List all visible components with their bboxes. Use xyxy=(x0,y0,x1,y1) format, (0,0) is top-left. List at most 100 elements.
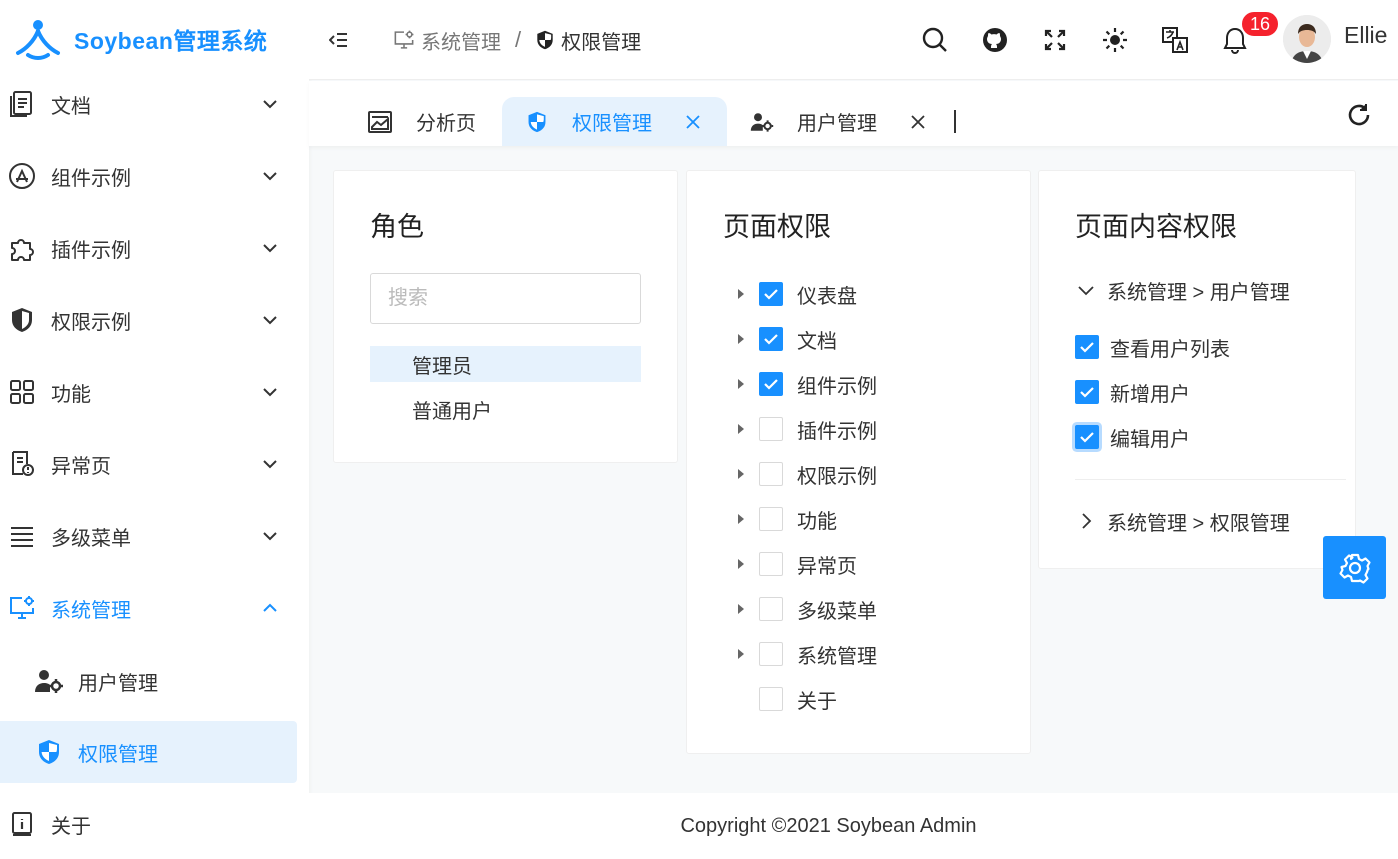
sidebar-item-permission-management[interactable]: 权限管理 xyxy=(0,721,297,783)
monitor-gear-icon xyxy=(394,30,414,49)
sidebar-item-label: 异常页 xyxy=(51,455,111,478)
sidebar-item-docs[interactable]: 文档 xyxy=(0,74,309,134)
breadcrumb-item[interactable]: 权限管理 xyxy=(535,26,641,55)
shield-half-icon xyxy=(537,30,553,50)
sidebar-item-plugins[interactable]: 插件示例 xyxy=(0,218,309,278)
sidebar-item-label: 关于 xyxy=(51,815,91,838)
caret-right-icon[interactable] xyxy=(735,648,747,660)
caret-right-icon[interactable] xyxy=(735,513,747,525)
tree-node: 多级菜单 xyxy=(687,589,1027,629)
caret-right-icon[interactable] xyxy=(735,288,747,300)
tab-permission-management[interactable]: 权限管理 xyxy=(502,97,727,146)
language-button[interactable] xyxy=(1155,20,1195,60)
sun-icon xyxy=(1103,28,1127,52)
checkbox[interactable] xyxy=(759,597,783,621)
caret-right-icon[interactable] xyxy=(735,423,747,435)
checkbox[interactable] xyxy=(1075,380,1099,404)
checkbox[interactable] xyxy=(1075,335,1099,359)
avatar[interactable] xyxy=(1283,15,1331,63)
fullscreen-button[interactable] xyxy=(1035,20,1075,60)
checkbox[interactable] xyxy=(759,327,783,351)
sidebar-item-label: 组件示例 xyxy=(51,167,131,190)
user-gear-icon xyxy=(34,666,64,696)
permission-item: 新增用户 xyxy=(1075,374,1190,410)
role-item-admin[interactable]: 管理员 xyxy=(370,346,641,382)
caret-right-icon[interactable] xyxy=(735,333,747,345)
sidebar-item-components[interactable]: 组件示例 xyxy=(0,146,309,206)
checkbox[interactable] xyxy=(759,507,783,531)
close-icon[interactable] xyxy=(683,112,703,132)
username[interactable]: Ellie xyxy=(1344,22,1387,49)
fullscreen-icon xyxy=(1044,29,1066,51)
group-label: 系统管理 > 权限管理 xyxy=(1107,512,1290,535)
tree-node: 权限示例 xyxy=(687,454,1027,494)
checkbox[interactable] xyxy=(759,282,783,306)
sidebar-item-label: 插件示例 xyxy=(51,239,131,262)
sidebar-item-multilevel[interactable]: 多级菜单 xyxy=(0,506,309,566)
app-logo[interactable]: Soybean管理系统 xyxy=(14,14,267,64)
info-icon xyxy=(8,810,36,838)
sidebar-item-exception[interactable]: 异常页 xyxy=(0,434,309,494)
sidebar-item-user-management[interactable]: 用户管理 xyxy=(0,650,297,712)
chevron-down-icon xyxy=(263,244,277,253)
checkbox[interactable] xyxy=(759,687,783,711)
notification-badge: 16 xyxy=(1240,10,1281,38)
sidebar-item-system[interactable]: 系统管理 xyxy=(0,578,309,638)
check-icon xyxy=(1080,387,1094,398)
permission-group-user-management[interactable]: 系统管理 > 用户管理 xyxy=(1075,273,1290,307)
role-search-input[interactable] xyxy=(370,273,641,324)
tab-bar: 分析页 权限管理 用户管理 xyxy=(309,81,1398,146)
caret-right-icon[interactable] xyxy=(735,603,747,615)
refresh-button[interactable] xyxy=(1341,97,1377,133)
github-icon xyxy=(983,28,1007,52)
user-avatar-icon xyxy=(1283,15,1331,63)
role-item-user[interactable]: 普通用户 xyxy=(370,391,641,427)
tab-user-management[interactable]: 用户管理 xyxy=(729,97,939,146)
caret-right-icon[interactable] xyxy=(735,558,747,570)
tree-node: 仪表盘 xyxy=(687,274,1027,314)
check-icon xyxy=(764,334,778,345)
sidebar-item-label: 权限示例 xyxy=(51,311,131,334)
tree-node-label: 权限示例 xyxy=(797,465,877,488)
tree-node: 插件示例 xyxy=(687,409,1027,449)
group-label: 系统管理 > 用户管理 xyxy=(1107,281,1290,304)
check-icon xyxy=(1080,342,1094,353)
sidebar-item-about[interactable]: 关于 xyxy=(0,794,309,854)
close-icon[interactable] xyxy=(908,112,928,132)
checkbox[interactable] xyxy=(1075,425,1099,449)
checkbox[interactable] xyxy=(759,462,783,486)
sidebar-item-features[interactable]: 功能 xyxy=(0,362,309,422)
collapse-sidebar-button[interactable] xyxy=(319,20,359,60)
chevron-down-icon xyxy=(263,460,277,469)
tree-node-label: 关于 xyxy=(797,690,837,713)
tab-label: 用户管理 xyxy=(797,113,877,135)
tree-node-label: 功能 xyxy=(797,510,837,533)
checkbox[interactable] xyxy=(759,642,783,666)
chevron-down-icon xyxy=(263,316,277,325)
tab-analysis[interactable]: 分析页 xyxy=(351,97,501,146)
caret-right-icon[interactable] xyxy=(735,468,747,480)
checkbox[interactable] xyxy=(759,372,783,396)
checkbox[interactable] xyxy=(759,552,783,576)
caret-right-icon[interactable] xyxy=(735,378,747,390)
shield-icon xyxy=(8,306,36,334)
sidebar-item-label: 功能 xyxy=(51,383,91,406)
sidebar-item-permission-demo[interactable]: 权限示例 xyxy=(0,290,309,350)
search-button[interactable] xyxy=(915,20,955,60)
breadcrumb: 系统管理 / 权限管理 xyxy=(393,24,641,56)
checkbox[interactable] xyxy=(759,417,783,441)
card-title: 角色 xyxy=(370,212,424,242)
theme-toggle-button[interactable] xyxy=(1095,20,1135,60)
settings-button[interactable] xyxy=(1323,536,1386,599)
top-header: 系统管理 / 权限管理 16 Ellie xyxy=(309,0,1398,80)
breadcrumb-item[interactable]: 系统管理 xyxy=(393,26,501,55)
shield-half-icon xyxy=(524,109,550,135)
chevron-down-icon xyxy=(263,532,277,541)
tree-node-label: 插件示例 xyxy=(797,420,877,443)
chevron-up-icon xyxy=(263,603,277,612)
chevron-right-icon xyxy=(1075,510,1097,532)
permission-group-permission-management[interactable]: 系统管理 > 权限管理 xyxy=(1075,504,1290,538)
github-button[interactable] xyxy=(975,20,1015,60)
text-cursor xyxy=(954,110,956,133)
tree-node-label: 组件示例 xyxy=(797,375,877,398)
